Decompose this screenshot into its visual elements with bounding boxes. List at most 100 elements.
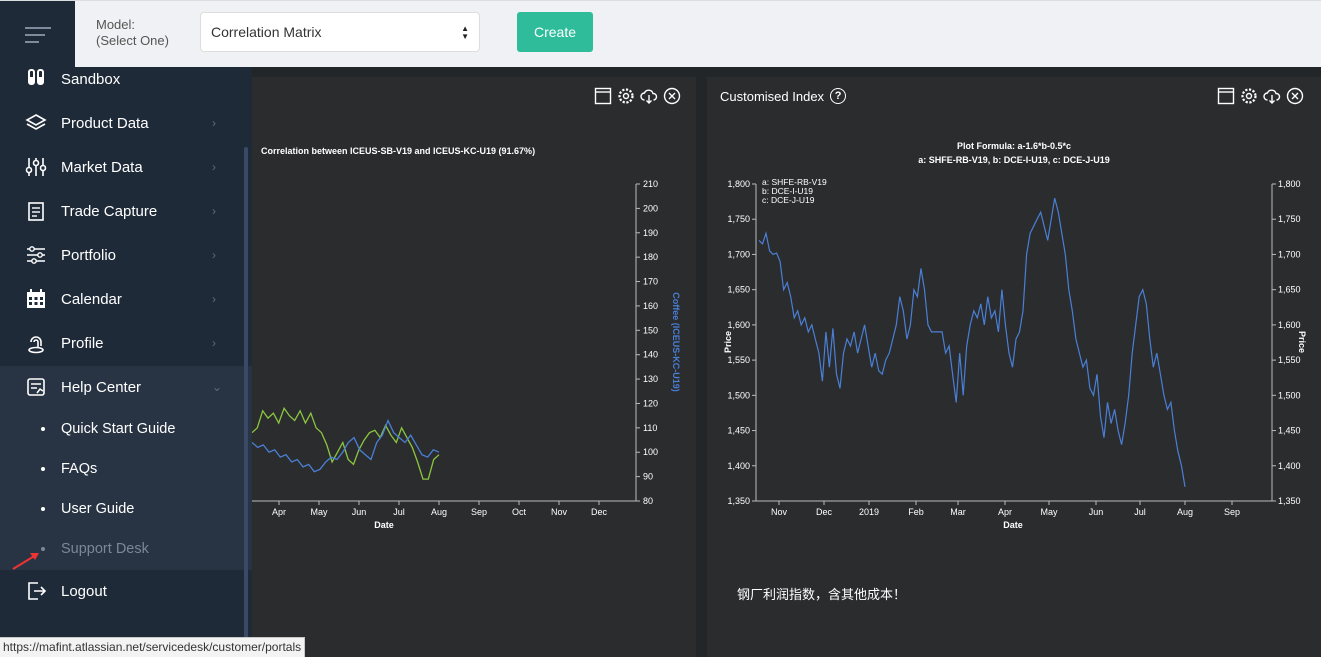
chevron-down-icon: ⌄ [212,380,223,394]
x-tick-label: 2019 [859,507,879,517]
help-doc-icon [27,378,45,396]
y-tick-label: 1,500 [727,390,750,400]
correlation-panel: Correlation between ICEUS-SB-V19 and ICE… [252,77,696,657]
x-tick-label: Oct [512,507,527,517]
x-tick-label: Dec [816,507,833,517]
y-tick-label: 1,400 [727,461,750,471]
maximize-icon[interactable] [594,87,612,105]
y-tick-label: 210 [643,179,658,189]
sidebar-item-logout[interactable]: Logout [0,569,244,613]
x-tick-label: Sep [471,507,487,517]
panel-title: Customised Index ? [720,88,847,104]
close-icon[interactable] [663,87,681,105]
x-tick-label: Apr [272,507,286,517]
chevron-right-icon: › [212,160,216,174]
x-tick-label: Feb [908,507,924,517]
customised-index-panel: Customised Index ? Plot Formula: a-1.6*b… [707,77,1321,657]
sidebar-item-product-data[interactable]: Product Data › [0,101,244,145]
y-tick-label-right: 1,800 [1278,179,1301,189]
y-tick-label: 1,350 [727,496,750,506]
x-tick-label: May [1040,507,1058,517]
sidebar-item-label: Logout [61,582,107,600]
pointer-arrow-icon [12,553,39,570]
x-tick-label: Aug [1177,507,1193,517]
gear-icon[interactable] [1240,87,1258,105]
y-tick-label: 1,650 [727,285,750,295]
sidebar-subitem-label: User Guide [61,501,135,517]
settings-lines-icon [27,246,45,264]
sidebar-item-help-center[interactable]: Help Center ⌄ [0,365,244,409]
sidebar-subitem-label: FAQs [61,461,98,477]
create-button[interactable]: Create [517,12,593,52]
model-select-value: Correlation Matrix [211,24,322,40]
select-arrows-icon: ▲ ▼ [461,24,469,41]
x-tick-label: Nov [551,507,568,517]
bullet-dot [41,507,45,511]
close-icon[interactable] [1286,87,1304,105]
sidebar-item-label: Calendar [61,290,122,308]
sidebar-item-trade-capture[interactable]: Trade Capture › [0,189,244,233]
calendar-icon [27,289,45,308]
help-question-icon[interactable]: ? [830,88,847,104]
sidebar-item-label: Profile [61,334,104,352]
series-line-0 [252,406,440,480]
model-label-line1: Model: [96,17,136,32]
y-tick-label: 160 [643,301,658,311]
sidebar-subitem-faqs[interactable]: FAQs [0,449,244,489]
x-tick-label: May [310,507,328,517]
x-tick-label: Sep [1224,507,1240,517]
sidebar-item-market-data[interactable]: Market Data › [0,145,244,189]
sidebar-item-label: Product Data [61,114,149,132]
maximize-icon[interactable] [1217,87,1235,105]
bullet-dot [41,467,45,471]
chevron-right-icon: › [212,248,216,262]
sidebar-item-label: Help Center [61,378,142,396]
y-tick-label-right: 1,550 [1278,355,1301,365]
sidebar-item-sandbox[interactable]: Sandbox [0,57,244,101]
x-tick-label: Dec [591,507,608,517]
index-note: 钢厂利润指数，含其他成本！ [737,588,907,603]
y-tick-label-right: 1,500 [1278,390,1301,400]
y-tick-label: 170 [643,277,658,287]
gear-icon[interactable] [617,87,635,105]
legend-entry: c: DCE-J-U19 [762,195,815,205]
y-tick-label: 120 [643,398,658,408]
x-tick-label: Nov [771,507,788,517]
panel-toolbar [1217,87,1304,105]
x-axis-label: Date [1003,520,1023,530]
x-tick-label: Apr [998,507,1012,517]
cloud-download-icon[interactable] [1263,87,1281,105]
y-tick-label-right: 1,750 [1278,214,1301,224]
model-label-line2: (Select One) [96,33,169,48]
customised-index-chart: 1,350 1,350 1,400 1,400 1,450 1,450 1,500 1,500… [723,177,1307,530]
y-tick-label: 1,600 [727,320,750,330]
correlation-chart: 80 90 100 110 120 130 140 150 160 170 180 190 200 210… [252,179,681,530]
model-select[interactable]: Correlation Matrix ▲ ▼ [200,12,480,52]
y-tick-label: 200 [643,203,658,213]
chart-title: Plot Formula: a-1.6*b-0.5*c [956,141,1072,151]
y-tick-label: 180 [643,252,658,262]
sidebar-item-calendar[interactable]: Calendar › [0,277,244,321]
sidebar-subitem-quick-start-guide[interactable]: Quick Start Guide [0,409,244,449]
x-tick-label: Jul [1134,507,1146,517]
cloud-download-icon[interactable] [640,87,658,105]
y-tick-label: 110 [643,423,657,433]
x-tick-label: Jun [352,507,367,517]
sliders-icon [25,158,47,176]
sidebar-scrollbar[interactable] [244,147,248,657]
y-axis-right-label: Coffee (ICEUS-KC-U19) [671,292,681,392]
sidebar-item-portfolio[interactable]: Portfolio › [0,233,244,277]
bullet-dot [41,427,45,431]
model-label: Model: (Select One) [96,17,169,49]
y-tick-label: 100 [643,447,658,457]
sidebar-subitem-user-guide[interactable]: User Guide [0,489,244,529]
layers-icon [25,114,47,130]
x-axis-label: Date [374,520,394,530]
document-icon [28,202,44,221]
panel-divider [697,77,707,657]
chevron-right-icon: › [212,204,216,218]
sidebar-item-profile[interactable]: Profile › [0,321,244,365]
y-axis-right-label: Price [1297,331,1307,353]
y-tick-label: 80 [643,496,653,506]
y-tick-label: 1,700 [727,249,750,259]
